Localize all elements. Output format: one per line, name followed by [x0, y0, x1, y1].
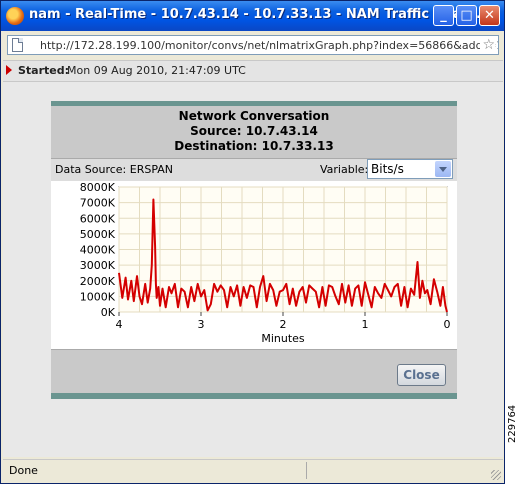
x-tick-label: 1	[362, 318, 369, 331]
y-tick-label: 6000K	[80, 212, 116, 225]
chart-area: 8000K 7000K 6000K 5000K 4000K 3000K 2000K 1000K…	[51, 181, 457, 349]
minimize-button[interactable]: _	[433, 5, 454, 26]
dropdown-arrow-icon[interactable]	[435, 161, 451, 177]
url-field[interactable]: http://172.28.199.100/monitor/convs/net/…	[7, 35, 499, 55]
close-window-button[interactable]: ✕	[479, 5, 500, 26]
y-tick-label: 8000K	[80, 181, 116, 194]
figure-id: 229764	[507, 404, 518, 443]
started-label: Started:	[18, 64, 70, 77]
browser-window: nam - Real-Time - 10.7.43.14 - 10.7.33.1…	[0, 0, 505, 484]
y-tick-label: 3000K	[80, 259, 116, 272]
firefox-icon	[6, 7, 24, 25]
y-tick-label: 7000K	[80, 197, 116, 210]
x-tick-label: 4	[116, 318, 123, 331]
address-bar: http://172.28.199.100/monitor/convs/net/…	[3, 32, 503, 58]
started-bar: Started: Mon 09 Aug 2010, 21:47:09 UTC	[3, 60, 503, 82]
started-value: Mon 09 Aug 2010, 21:47:09 UTC	[67, 64, 246, 77]
dialog-header: Network Conversation Source: 10.7.43.14 …	[51, 106, 457, 158]
y-tick-label: 1000K	[80, 290, 116, 303]
status-divider	[306, 462, 307, 479]
variable-select[interactable]: Bits/s	[367, 159, 453, 179]
x-tick-label: 0	[444, 318, 451, 331]
destination-text: Destination: 10.7.33.13	[174, 139, 334, 153]
dialog-bottom-border	[51, 393, 457, 399]
y-tick-label: 2000K	[80, 275, 116, 288]
data-source-text: Data Source: ERSPAN	[55, 163, 174, 176]
y-tick-label: 5000K	[80, 228, 116, 241]
resize-grip-icon[interactable]	[491, 470, 501, 480]
status-bar: Done	[3, 459, 503, 482]
url-text: http://172.28.199.100/monitor/convs/net/…	[40, 39, 499, 52]
maximize-button[interactable]: □	[456, 5, 477, 26]
title-bar[interactable]: nam - Real-Time - 10.7.43.14 - 10.7.33.1…	[1, 1, 504, 31]
y-axis-ticks: 8000K 7000K 6000K 5000K 4000K 3000K 2000K 1000K…	[80, 181, 116, 319]
x-tick-label: 3	[198, 318, 205, 331]
expand-arrow-icon[interactable]	[6, 65, 12, 75]
x-axis-label: Minutes	[261, 332, 305, 345]
variable-label: Variable:	[320, 163, 369, 176]
window-title: nam - Real-Time - 10.7.43.14 - 10.7.33.1…	[29, 7, 481, 22]
close-button[interactable]: Close	[397, 364, 446, 386]
x-axis-ticks: 4 3 2 1 0	[116, 312, 451, 331]
network-conversation-dialog: Network Conversation Source: 10.7.43.14 …	[51, 101, 457, 399]
source-text: Source: 10.7.43.14	[190, 124, 318, 138]
page-icon	[12, 38, 23, 52]
status-text: Done	[9, 464, 38, 477]
bookmark-star-icon[interactable]: ☆	[480, 36, 495, 54]
y-tick-label: 0K	[101, 306, 116, 319]
options-row: Data Source: ERSPAN Variable: Bits/s	[51, 158, 457, 181]
dialog-title: Network Conversation	[178, 109, 330, 123]
variable-select-value: Bits/s	[371, 162, 404, 176]
traffic-chart: 8000K 7000K 6000K 5000K 4000K 3000K 2000K 1000K…	[80, 181, 451, 345]
y-tick-label: 4000K	[80, 244, 116, 257]
x-tick-label: 2	[280, 318, 287, 331]
dialog-button-row: Close	[51, 349, 457, 394]
